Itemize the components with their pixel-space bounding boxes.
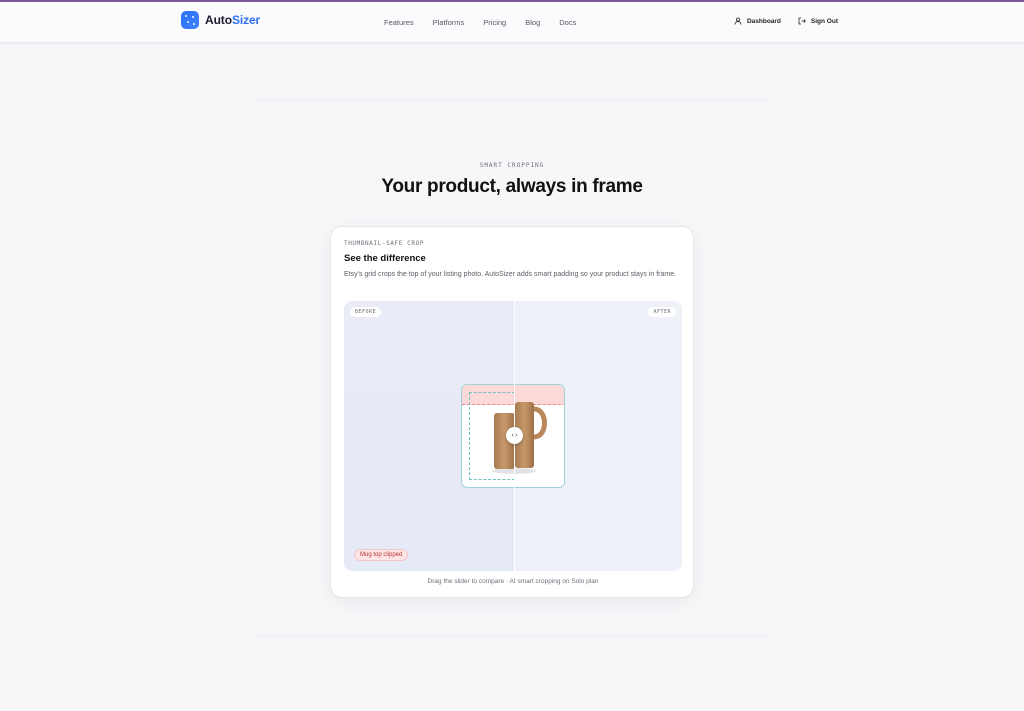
card-description: Etsy's grid crops the top of your listin… bbox=[344, 271, 677, 278]
sign-out-button[interactable]: Sign Out bbox=[798, 17, 838, 25]
top-navbar: AutoSizer Features Platforms Pricing Blo… bbox=[0, 2, 1024, 43]
card-title: See the difference bbox=[344, 253, 426, 264]
logo-icon bbox=[181, 11, 199, 29]
after-label: AFTER bbox=[648, 307, 676, 317]
nav-features[interactable]: Features bbox=[384, 18, 414, 27]
slider-handle[interactable]: ‹› bbox=[506, 427, 523, 444]
main-nav: Features Platforms Pricing Blog Docs bbox=[384, 18, 595, 27]
divider bbox=[255, 100, 769, 101]
chevrons-icon: ‹› bbox=[510, 432, 519, 439]
dashboard-button[interactable]: Dashboard bbox=[734, 17, 781, 25]
nav-docs[interactable]: Docs bbox=[559, 18, 576, 27]
logout-icon bbox=[798, 17, 806, 25]
sign-out-label: Sign Out bbox=[810, 17, 838, 25]
logo[interactable]: AutoSizer bbox=[181, 11, 260, 29]
nav-pricing[interactable]: Pricing bbox=[483, 18, 506, 27]
user-icon bbox=[734, 17, 742, 25]
nav-blog[interactable]: Blog bbox=[525, 18, 540, 27]
clipped-badge: Mug top clipped bbox=[354, 549, 409, 561]
card-eyebrow: THUMBNAIL-SAFE CROP bbox=[344, 240, 425, 247]
comparison-card: THUMBNAIL-SAFE CROP See the difference E… bbox=[330, 226, 694, 598]
logo-text: AutoSizer bbox=[205, 13, 261, 27]
section-eyebrow: SMART CROPPING bbox=[479, 162, 545, 169]
section-title: Your product, always in frame bbox=[381, 176, 643, 197]
before-after-slider[interactable]: ‹› BEFORE AFTER Mug top clipped bbox=[344, 301, 682, 571]
dashboard-label: Dashboard bbox=[746, 17, 781, 25]
divider bbox=[255, 636, 769, 637]
nav-platforms[interactable]: Platforms bbox=[433, 18, 465, 27]
header-actions: Dashboard Sign Out bbox=[717, 17, 838, 25]
before-label: BEFORE bbox=[350, 307, 382, 317]
card-caption: Drag the slider to compare · AI smart cr… bbox=[427, 578, 599, 585]
